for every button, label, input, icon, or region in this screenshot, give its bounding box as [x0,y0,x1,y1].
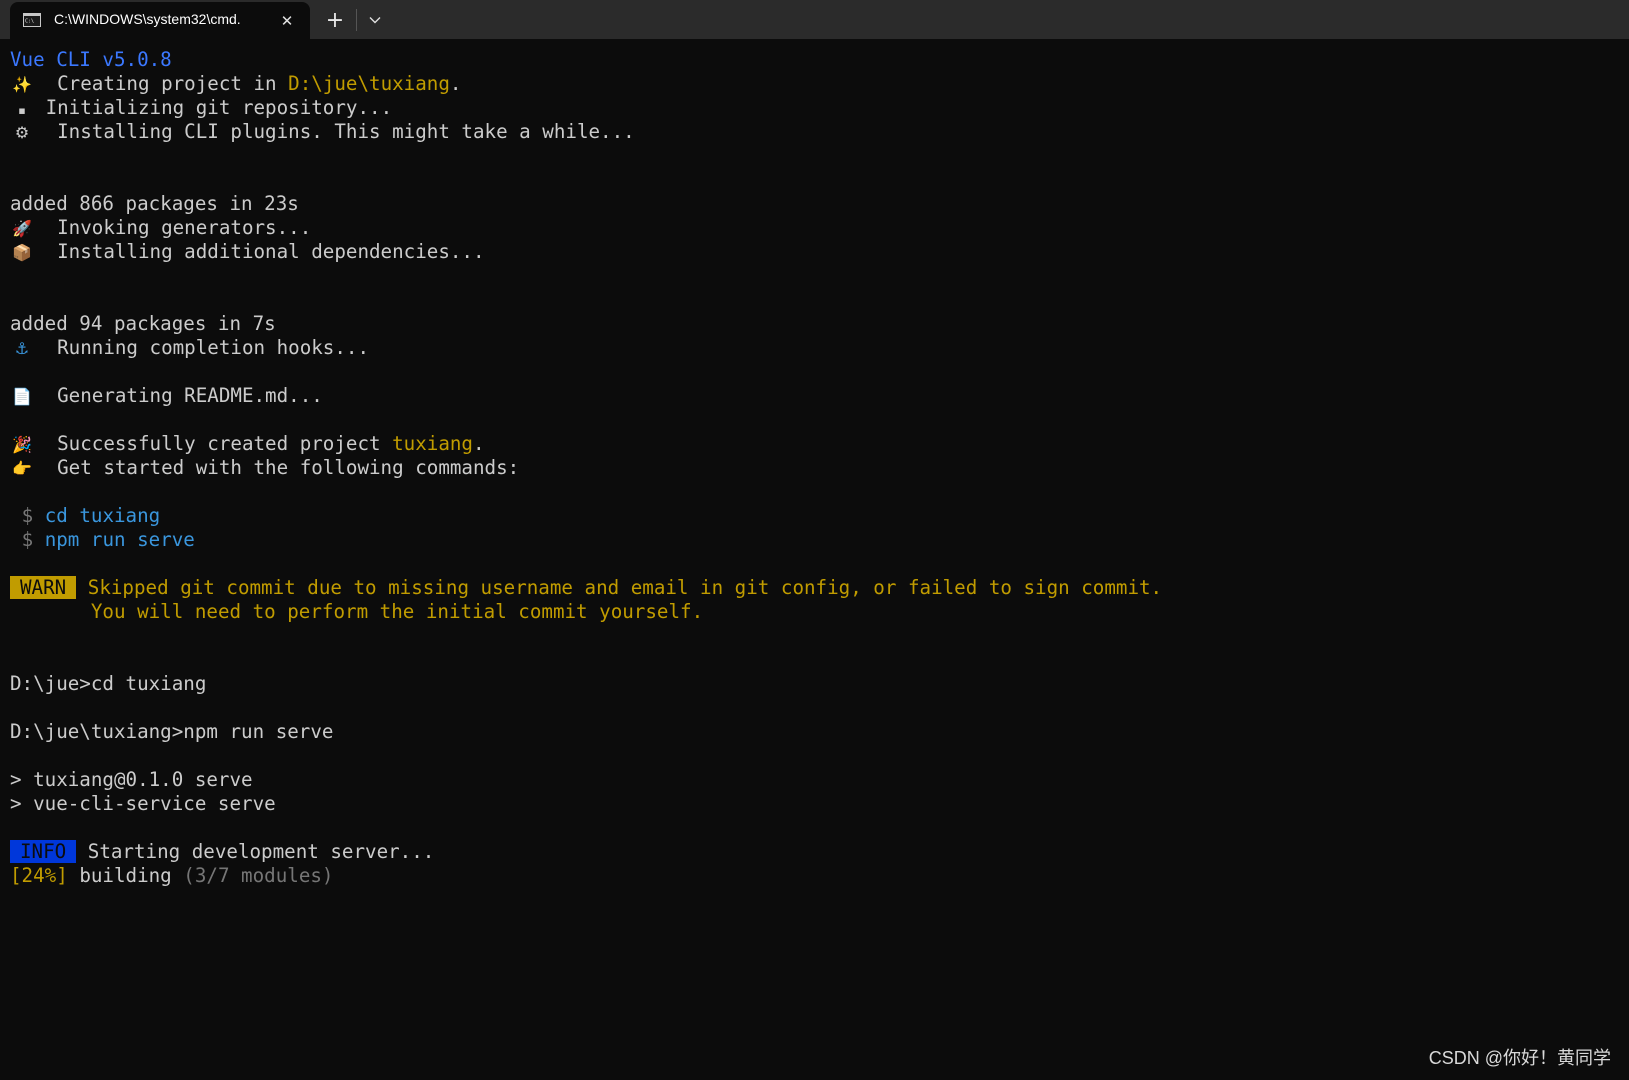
script-line-1: > tuxiang@0.1.0 serve [10,768,253,791]
output-line-success: 🎉 Successfully created project tuxiang. [10,432,1610,456]
gear-icon: ⚙ [14,123,30,142]
output-line-creating: ✨ Creating project in D:\jue\tuxiang. [10,72,1610,96]
command-serve: $ npm run serve [21,528,195,551]
project-name: tuxiang [392,432,473,455]
output-line-installing-deps: 📦 Installing additional dependencies... [10,240,1610,264]
build-progress: [24%] building (3/7 modules) [10,864,334,887]
vue-cli-header: Vue CLI v5.0.8 [10,48,172,71]
package-icon: 📦 [12,243,32,262]
output-line-running-hooks: ⚓ Running completion hooks... [10,336,1610,360]
close-icon[interactable]: ✕ [276,10,298,32]
party-icon: 🎉 [12,435,32,454]
output-line-invoking: 🚀 Invoking generators... [10,216,1610,240]
sparkles-icon: ✨ [12,75,32,94]
script-line-2: > vue-cli-service serve [10,792,276,815]
rocket-icon: 🚀 [12,219,32,238]
tab-title: C:\WINDOWS\system32\cmd. [54,11,241,27]
project-path: D:\jue\tuxiang [288,72,450,95]
prompt-serve: D:\jue\tuxiang>npm run serve [10,720,334,743]
terminal-icon: C:\ [23,12,41,31]
document-icon: 📄 [12,387,32,406]
title-bar: C:\ C:\WINDOWS\system32\cmd. ✕ + [0,0,1629,39]
info-message: INFO Starting development server... [10,840,1610,864]
chevron-down-icon[interactable] [362,8,388,32]
prompt-cd: D:\jue>cd tuxiang [10,672,207,695]
progress-modules: (3/7 modules) [183,864,334,887]
output-line-get-started: 👉 Get started with the following command… [10,456,1610,480]
tab-cmd[interactable]: C:\ C:\WINDOWS\system32\cmd. ✕ [10,2,310,39]
command-cd: $ cd tuxiang [21,504,161,527]
new-tab-button[interactable]: + [322,8,348,33]
progress-percent: [24%] [10,864,68,887]
pointing-hand-icon: 👉 [12,459,32,478]
warn-message: WARN Skipped git commit due to missing u… [10,576,1610,600]
csdn-watermark: CSDN @你好！黄同学 [1428,1048,1611,1068]
output-line-generating-readme: 📄 Generating README.md... [10,384,1610,408]
output-line-added-94: added 94 packages in 7s [10,312,276,335]
output-line-installing-plugins: ⚙ Installing CLI plugins. This might tak… [10,120,1610,144]
tab-divider [356,9,357,31]
warn-badge: WARN [10,576,77,599]
info-badge: INFO [10,840,77,863]
svg-text:C:\: C:\ [25,19,34,25]
terminal-output[interactable]: Vue CLI v5.0.8 ✨ Creating project in D:\… [10,48,1610,888]
anchor-icon: ⚓ [14,339,30,358]
warn-message-continued: You will need to perform the initial com… [90,600,704,623]
output-line-added-866: added 866 packages in 23s [10,192,299,215]
output-line-init-git: ▪ Initializing git repository... [10,96,1610,120]
